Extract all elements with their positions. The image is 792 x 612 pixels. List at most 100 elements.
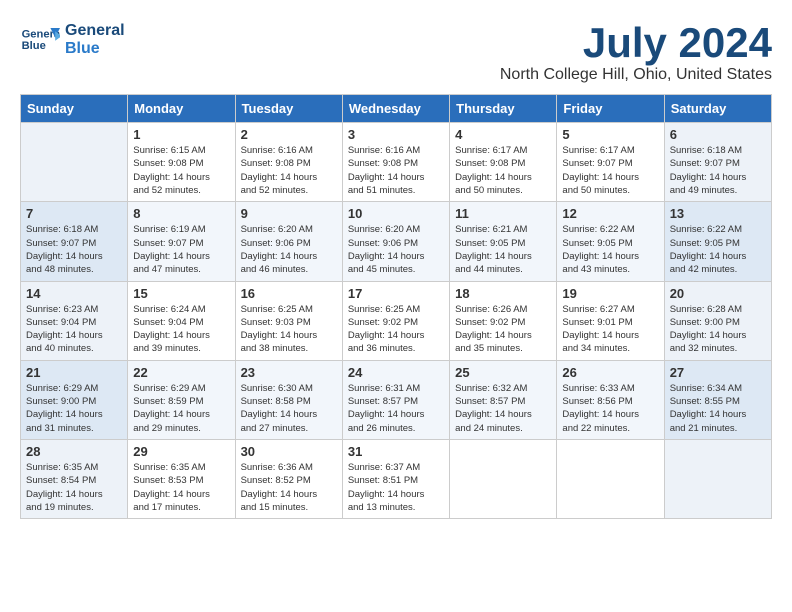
cell-info: Sunrise: 6:25 AM Sunset: 9:03 PM Dayligh… xyxy=(241,303,337,356)
day-header-monday: Monday xyxy=(128,95,235,123)
cell-info: Sunrise: 6:37 AM Sunset: 8:51 PM Dayligh… xyxy=(348,461,444,514)
calendar-cell: 16 Sunrise: 6:25 AM Sunset: 9:03 PM Dayli… xyxy=(235,281,342,360)
cell-date: 29 xyxy=(133,444,229,459)
cell-info: Sunrise: 6:19 AM Sunset: 9:07 PM Dayligh… xyxy=(133,223,229,276)
cell-date: 10 xyxy=(348,206,444,221)
calendar-cell: 11Sunrise: 6:21 AM Sunset: 9:05 PM Dayli… xyxy=(450,202,557,281)
cell-date: 11 xyxy=(455,206,551,221)
cell-date: 3 xyxy=(348,127,444,142)
day-header-friday: Friday xyxy=(557,95,664,123)
cell-date: 22 xyxy=(133,365,229,380)
calendar-cell: 6 Sunrise: 6:18 AM Sunset: 9:07 PM Daylig… xyxy=(664,123,771,202)
cell-date: 7 xyxy=(26,206,122,221)
header: General Blue General Blue July 2024 Nort… xyxy=(20,20,772,84)
day-header-wednesday: Wednesday xyxy=(342,95,449,123)
calendar-cell: 30 Sunrise: 6:36 AM Sunset: 8:52 PM Dayli… xyxy=(235,439,342,518)
cell-date: 16 xyxy=(241,286,337,301)
calendar-cell: 24 Sunrise: 6:31 AM Sunset: 8:57 PM Dayli… xyxy=(342,360,449,439)
calendar-cell: 8Sunrise: 6:19 AM Sunset: 9:07 PM Daylig… xyxy=(128,202,235,281)
cell-info: Sunrise: 6:23 AM Sunset: 9:04 PM Dayligh… xyxy=(26,303,122,356)
day-header-thursday: Thursday xyxy=(450,95,557,123)
day-header-row: SundayMondayTuesdayWednesdayThursdayFrid… xyxy=(21,95,772,123)
calendar-cell: 25Sunrise: 6:32 AM Sunset: 8:57 PM Dayli… xyxy=(450,360,557,439)
cell-info: Sunrise: 6:31 AM Sunset: 8:57 PM Dayligh… xyxy=(348,382,444,435)
calendar-cell: 29 Sunrise: 6:35 AM Sunset: 8:53 PM Dayli… xyxy=(128,439,235,518)
cell-date: 24 xyxy=(348,365,444,380)
cell-info: Sunrise: 6:16 AM Sunset: 9:08 PM Dayligh… xyxy=(348,144,444,197)
cell-info: Sunrise: 6:28 AM Sunset: 9:00 PM Dayligh… xyxy=(670,303,766,356)
cell-date: 25 xyxy=(455,365,551,380)
cell-date: 17 xyxy=(348,286,444,301)
logo-line2: Blue xyxy=(65,40,125,58)
day-header-saturday: Saturday xyxy=(664,95,771,123)
cell-info: Sunrise: 6:20 AM Sunset: 9:06 PM Dayligh… xyxy=(348,223,444,276)
calendar-cell: 28Sunrise: 6:35 AM Sunset: 8:54 PM Dayli… xyxy=(21,439,128,518)
cell-info: Sunrise: 6:34 AM Sunset: 8:55 PM Dayligh… xyxy=(670,382,766,435)
calendar-cell xyxy=(21,123,128,202)
cell-info: Sunrise: 6:33 AM Sunset: 8:56 PM Dayligh… xyxy=(562,382,658,435)
title-area: July 2024 North College Hill, Ohio, Unit… xyxy=(500,20,772,84)
cell-date: 6 xyxy=(670,127,766,142)
calendar-cell: 27 Sunrise: 6:34 AM Sunset: 8:55 PM Dayli… xyxy=(664,360,771,439)
cell-date: 14 xyxy=(26,286,122,301)
svg-text:Blue: Blue xyxy=(22,40,46,52)
cell-info: Sunrise: 6:36 AM Sunset: 8:52 PM Dayligh… xyxy=(241,461,337,514)
cell-date: 20 xyxy=(670,286,766,301)
cell-info: Sunrise: 6:29 AM Sunset: 8:59 PM Dayligh… xyxy=(133,382,229,435)
cell-info: Sunrise: 6:30 AM Sunset: 8:58 PM Dayligh… xyxy=(241,382,337,435)
cell-info: Sunrise: 6:15 AM Sunset: 9:08 PM Dayligh… xyxy=(133,144,229,197)
week-row-3: 14 Sunrise: 6:23 AM Sunset: 9:04 PM Dayli… xyxy=(21,281,772,360)
calendar-subtitle: North College Hill, Ohio, United States xyxy=(500,66,772,84)
calendar-cell: 10 Sunrise: 6:20 AM Sunset: 9:06 PM Dayli… xyxy=(342,202,449,281)
cell-info: Sunrise: 6:22 AM Sunset: 9:05 PM Dayligh… xyxy=(670,223,766,276)
calendar-cell: 19 Sunrise: 6:27 AM Sunset: 9:01 PM Dayli… xyxy=(557,281,664,360)
calendar-cell: 9 Sunrise: 6:20 AM Sunset: 9:06 PM Daylig… xyxy=(235,202,342,281)
cell-date: 18 xyxy=(455,286,551,301)
week-row-5: 28Sunrise: 6:35 AM Sunset: 8:54 PM Dayli… xyxy=(21,439,772,518)
calendar-title: July 2024 xyxy=(500,20,772,66)
cell-date: 19 xyxy=(562,286,658,301)
cell-info: Sunrise: 6:22 AM Sunset: 9:05 PM Dayligh… xyxy=(562,223,658,276)
calendar-cell: 2Sunrise: 6:16 AM Sunset: 9:08 PM Daylig… xyxy=(235,123,342,202)
day-header-tuesday: Tuesday xyxy=(235,95,342,123)
week-row-4: 21 Sunrise: 6:29 AM Sunset: 9:00 PM Dayli… xyxy=(21,360,772,439)
calendar-cell: 12Sunrise: 6:22 AM Sunset: 9:05 PM Dayli… xyxy=(557,202,664,281)
calendar-cell: 15Sunrise: 6:24 AM Sunset: 9:04 PM Dayli… xyxy=(128,281,235,360)
calendar-cell: 13Sunrise: 6:22 AM Sunset: 9:05 PM Dayli… xyxy=(664,202,771,281)
cell-date: 2 xyxy=(241,127,337,142)
cell-info: Sunrise: 6:20 AM Sunset: 9:06 PM Dayligh… xyxy=(241,223,337,276)
calendar-table: SundayMondayTuesdayWednesdayThursdayFrid… xyxy=(20,94,772,519)
cell-date: 27 xyxy=(670,365,766,380)
cell-info: Sunrise: 6:35 AM Sunset: 8:53 PM Dayligh… xyxy=(133,461,229,514)
cell-info: Sunrise: 6:17 AM Sunset: 9:08 PM Dayligh… xyxy=(455,144,551,197)
cell-date: 30 xyxy=(241,444,337,459)
cell-info: Sunrise: 6:18 AM Sunset: 9:07 PM Dayligh… xyxy=(670,144,766,197)
calendar-cell: 31Sunrise: 6:37 AM Sunset: 8:51 PM Dayli… xyxy=(342,439,449,518)
cell-info: Sunrise: 6:24 AM Sunset: 9:04 PM Dayligh… xyxy=(133,303,229,356)
logo-icon: General Blue xyxy=(20,20,60,60)
cell-info: Sunrise: 6:27 AM Sunset: 9:01 PM Dayligh… xyxy=(562,303,658,356)
calendar-cell: 21 Sunrise: 6:29 AM Sunset: 9:00 PM Dayli… xyxy=(21,360,128,439)
cell-info: Sunrise: 6:29 AM Sunset: 9:00 PM Dayligh… xyxy=(26,382,122,435)
calendar-cell: 3 Sunrise: 6:16 AM Sunset: 9:08 PM Daylig… xyxy=(342,123,449,202)
cell-date: 21 xyxy=(26,365,122,380)
cell-info: Sunrise: 6:18 AM Sunset: 9:07 PM Dayligh… xyxy=(26,223,122,276)
calendar-cell: 17Sunrise: 6:25 AM Sunset: 9:02 PM Dayli… xyxy=(342,281,449,360)
calendar-cell: 4 Sunrise: 6:17 AM Sunset: 9:08 PM Daylig… xyxy=(450,123,557,202)
cell-info: Sunrise: 6:35 AM Sunset: 8:54 PM Dayligh… xyxy=(26,461,122,514)
calendar-cell: 22 Sunrise: 6:29 AM Sunset: 8:59 PM Dayli… xyxy=(128,360,235,439)
cell-info: Sunrise: 6:26 AM Sunset: 9:02 PM Dayligh… xyxy=(455,303,551,356)
calendar-cell xyxy=(557,439,664,518)
calendar-cell xyxy=(450,439,557,518)
calendar-cell xyxy=(664,439,771,518)
calendar-cell: 1 Sunrise: 6:15 AM Sunset: 9:08 PM Daylig… xyxy=(128,123,235,202)
calendar-cell: 14 Sunrise: 6:23 AM Sunset: 9:04 PM Dayli… xyxy=(21,281,128,360)
calendar-cell: 20 Sunrise: 6:28 AM Sunset: 9:00 PM Dayli… xyxy=(664,281,771,360)
cell-date: 9 xyxy=(241,206,337,221)
day-header-sunday: Sunday xyxy=(21,95,128,123)
week-row-1: 1 Sunrise: 6:15 AM Sunset: 9:08 PM Daylig… xyxy=(21,123,772,202)
cell-date: 4 xyxy=(455,127,551,142)
calendar-cell: 5Sunrise: 6:17 AM Sunset: 9:07 PM Daylig… xyxy=(557,123,664,202)
cell-date: 1 xyxy=(133,127,229,142)
calendar-cell: 18 Sunrise: 6:26 AM Sunset: 9:02 PM Dayli… xyxy=(450,281,557,360)
